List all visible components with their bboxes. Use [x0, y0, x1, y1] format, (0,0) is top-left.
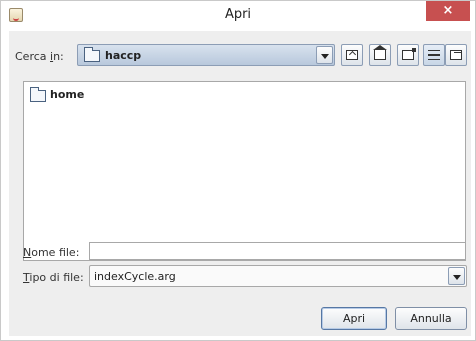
- look-in-label-suffix: n:: [53, 50, 64, 63]
- chevron-down-icon[interactable]: [448, 267, 465, 285]
- home-button[interactable]: [369, 44, 391, 66]
- list-view-button[interactable]: [423, 44, 445, 66]
- file-list[interactable]: home: [23, 81, 466, 261]
- open-button[interactable]: Apri: [321, 307, 387, 330]
- folder-icon: [84, 47, 100, 62]
- new-folder-button[interactable]: [397, 44, 419, 66]
- home-icon: [373, 45, 387, 60]
- file-name-input[interactable]: [89, 242, 466, 260]
- title-bar[interactable]: Apri ×: [1, 1, 475, 31]
- new-folder-icon: [402, 48, 416, 60]
- up-folder-icon: [346, 50, 358, 60]
- details-view-button[interactable]: [445, 44, 467, 66]
- open-dialog: Apri × Cerca in: haccp home Nome file: T…: [0, 0, 476, 341]
- list-view-icon: [428, 50, 440, 60]
- look-in-label: Cerca in:: [15, 50, 64, 63]
- dialog-title: Apri: [224, 7, 252, 22]
- look-in-combo[interactable]: haccp: [77, 44, 335, 66]
- up-one-level-button[interactable]: [341, 44, 363, 66]
- file-type-label-text: ipo di file:: [29, 271, 84, 284]
- file-name-mnemonic: N: [23, 246, 32, 259]
- dialog-content: Cerca in: haccp home Nome file: Tipo di …: [9, 31, 471, 336]
- file-type-combo[interactable]: indexCycle.arg: [89, 265, 467, 287]
- look-in-value: haccp: [105, 49, 142, 62]
- file-type-value: indexCycle.arg: [94, 270, 176, 283]
- file-name-label: Nome file:: [23, 246, 79, 259]
- look-in-label-text: Cerca: [15, 50, 51, 63]
- close-button[interactable]: ×: [426, 1, 470, 21]
- cancel-button[interactable]: Annulla: [395, 307, 467, 330]
- chevron-down-icon[interactable]: [316, 46, 333, 64]
- folder-icon: [30, 87, 46, 102]
- details-view-icon: [450, 50, 462, 60]
- file-item-name: home: [50, 88, 85, 101]
- file-name-label-text: ome file:: [31, 246, 80, 259]
- file-type-label: Tipo di file:: [23, 271, 84, 284]
